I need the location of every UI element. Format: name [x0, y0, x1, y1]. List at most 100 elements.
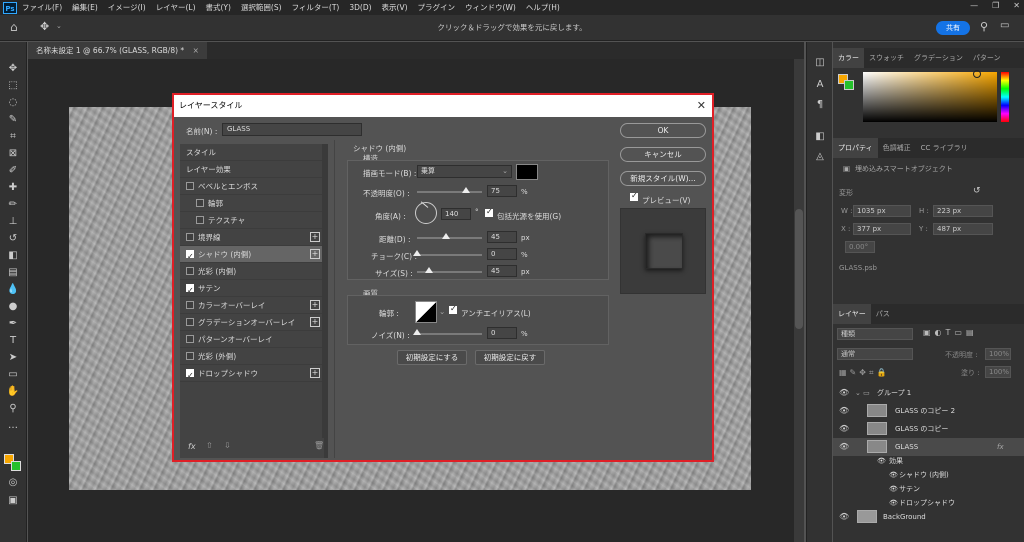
size-field[interactable]: 45: [487, 265, 517, 277]
angle-dial[interactable]: [415, 201, 437, 224]
fx-menu-icon[interactable]: fx: [188, 442, 196, 451]
slider-knob[interactable]: [442, 233, 451, 239]
choke-field[interactable]: 0: [487, 248, 517, 260]
close-icon[interactable]: ✕: [1013, 1, 1020, 10]
add-icon[interactable]: +: [310, 300, 320, 310]
angle-field[interactable]: 0.00°: [845, 241, 875, 253]
move-up-icon[interactable]: ⇧: [206, 441, 213, 450]
checkbox[interactable]: [186, 318, 194, 326]
lasso-icon[interactable]: ◌: [6, 96, 20, 109]
history-panel-icon[interactable]: ◫: [813, 56, 827, 69]
share-button[interactable]: 共有: [936, 21, 970, 35]
menu-edit[interactable]: 編集(E): [72, 2, 98, 13]
close-icon[interactable]: ✕: [697, 95, 706, 117]
add-icon[interactable]: +: [310, 317, 320, 327]
layer-row-group[interactable]: 👁 ⌄ ▭ グループ 1: [833, 384, 1024, 402]
rectangle-icon[interactable]: ▭: [6, 368, 20, 381]
effect-row[interactable]: 👁 シャドウ (内側): [833, 468, 1024, 482]
slider-knob[interactable]: [461, 187, 470, 193]
y-field[interactable]: 487 px: [933, 223, 993, 235]
opacity-field[interactable]: 75: [487, 185, 517, 197]
checkbox-checked[interactable]: [186, 282, 194, 299]
eraser-icon[interactable]: ◧: [6, 249, 20, 262]
eye-icon[interactable]: 👁: [839, 420, 849, 438]
hand-icon[interactable]: ✋: [6, 385, 20, 398]
menu-window[interactable]: ウィンドウ(W): [465, 2, 516, 13]
lock-icons[interactable]: ▦✎✥⌗🔒: [839, 368, 889, 378]
checkbox[interactable]: [186, 352, 194, 360]
healing-icon[interactable]: ✚: [6, 181, 20, 194]
menu-help[interactable]: ヘルプ(H): [526, 2, 560, 13]
move-down-icon[interactable]: ⇩: [224, 441, 231, 450]
list-item-contour[interactable]: 輪郭: [180, 195, 324, 212]
list-item-color-overlay[interactable]: カラーオーバーレイ +: [180, 297, 324, 314]
brush-icon[interactable]: ✏: [6, 198, 20, 211]
slider-knob[interactable]: [413, 250, 421, 256]
eye-icon[interactable]: 👁: [839, 508, 849, 526]
tab-close-icon[interactable]: ×: [193, 46, 199, 55]
eye-icon[interactable]: 👁: [889, 468, 898, 482]
hue-slider[interactable]: [1001, 72, 1009, 122]
checkbox[interactable]: [186, 182, 194, 190]
tab-properties[interactable]: プロパティ: [833, 138, 878, 158]
tab-paths[interactable]: パス: [871, 304, 895, 324]
document-tab[interactable]: 名称未設定 1 @ 66.7% (GLASS, RGB/8) * ×: [28, 42, 207, 59]
slider-knob[interactable]: [424, 267, 433, 273]
layer-row[interactable]: 👁 GLASS のコピー 2: [833, 402, 1024, 420]
width-field[interactable]: 1035 px: [853, 205, 911, 217]
layer-row[interactable]: 👁 GLASS のコピー: [833, 420, 1024, 438]
list-item-outer-glow[interactable]: 光彩 (外側): [180, 348, 324, 365]
screen-mode-icon[interactable]: ▣: [6, 494, 20, 507]
workspace-icon[interactable]: ▭: [1000, 20, 1009, 31]
list-item-drop-shadow[interactable]: ドロップシャドウ +: [180, 365, 324, 384]
add-icon[interactable]: +: [310, 232, 320, 242]
effect-row[interactable]: 👁 サテン: [833, 482, 1024, 496]
ok-button[interactable]: OK: [620, 123, 706, 138]
list-item-bevel-emboss[interactable]: ベベルとエンボス: [180, 178, 324, 195]
blend-mode-select[interactable]: 乗算 ⌄: [417, 165, 512, 178]
contour-picker[interactable]: [415, 301, 437, 323]
checkbox[interactable]: [186, 301, 194, 309]
name-field[interactable]: GLASS: [222, 123, 362, 136]
menu-layer[interactable]: レイヤー(L): [156, 2, 196, 13]
list-item-stroke[interactable]: 境界線 +: [180, 229, 324, 246]
x-field[interactable]: 377 px: [853, 223, 911, 235]
add-icon[interactable]: +: [310, 249, 320, 259]
quick-select-icon[interactable]: ✎: [6, 113, 20, 126]
color-picker-cursor[interactable]: [973, 70, 981, 78]
checkbox[interactable]: [196, 199, 204, 207]
eye-icon[interactable]: 👁: [877, 454, 886, 468]
properties-panel-icon[interactable]: A: [813, 78, 827, 91]
tab-patterns[interactable]: パターン: [968, 48, 1006, 68]
trash-icon[interactable]: 🗑: [314, 441, 324, 450]
noise-slider[interactable]: [413, 329, 482, 335]
restore-default-button[interactable]: 初期設定に戻す: [475, 350, 545, 365]
effects-row[interactable]: 👁 効果: [833, 454, 1024, 468]
checkbox[interactable]: [186, 335, 194, 343]
shadow-color-swatch[interactable]: [516, 164, 538, 180]
menu-file[interactable]: ファイル(F): [22, 2, 62, 13]
frame-icon[interactable]: ⊠: [6, 147, 20, 160]
adjust-icon[interactable]: ◬: [813, 150, 827, 163]
add-icon[interactable]: +: [310, 368, 320, 378]
choke-slider[interactable]: [413, 250, 482, 256]
layer-row[interactable]: 👁 BackGround: [833, 508, 1024, 526]
distance-slider[interactable]: [417, 233, 482, 239]
photoshop-logo[interactable]: Ps: [3, 1, 17, 14]
blur-icon[interactable]: 💧: [6, 283, 20, 296]
list-item-gradient-overlay[interactable]: グラデーションオーバーレイ +: [180, 314, 324, 331]
list-item-texture[interactable]: テクスチャ: [180, 212, 324, 229]
search-icon[interactable]: ⚲: [980, 20, 988, 33]
checkbox-checked[interactable]: [186, 367, 194, 384]
checkbox[interactable]: [196, 216, 204, 224]
vertical-scrollbar[interactable]: [794, 59, 804, 542]
list-scrollbar[interactable]: [322, 144, 328, 458]
reset-to-default-button[interactable]: 初期設定にする: [397, 350, 467, 365]
global-light-checkbox[interactable]: [485, 207, 493, 217]
history-brush-icon[interactable]: ↺: [6, 232, 20, 245]
opacity-slider[interactable]: [417, 187, 482, 193]
preview-checkbox[interactable]: [630, 191, 638, 201]
bg-color-chip[interactable]: [844, 80, 854, 90]
move-icon[interactable]: ✥: [6, 62, 20, 75]
new-style-button[interactable]: 新規スタイル(W)...: [620, 171, 706, 186]
